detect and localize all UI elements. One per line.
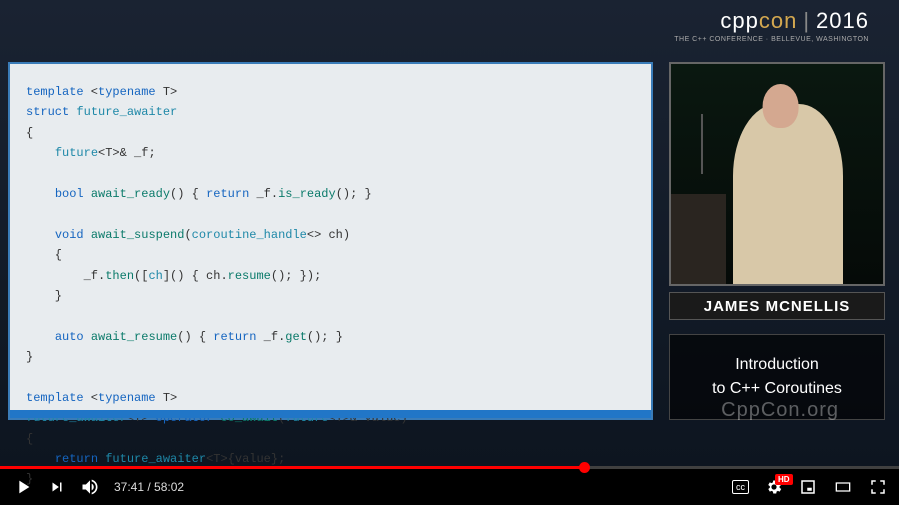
duration: 58:02 [154,480,184,494]
code-line: template <typename T> [26,82,635,102]
brand-con: con [759,8,797,33]
code-line: { [26,123,635,143]
time-sep: / [144,480,154,494]
speaker-video [669,62,885,286]
code-line: template <typename T> [26,388,635,408]
current-time: 37:41 [114,480,144,494]
slide-footer-bar [10,410,651,418]
code-line: void await_suspend(coroutine_handle<> ch… [26,225,635,245]
code-line [26,367,635,387]
play-button[interactable] [12,476,34,498]
brand-sep: | [803,8,810,33]
miniplayer-button[interactable] [799,478,817,496]
code-line: } [26,347,635,367]
code-content: template <typename T>struct future_await… [26,82,635,490]
slide-panel: template <typename T>struct future_await… [8,62,653,420]
brand-cpp: cpp [720,8,758,33]
code-line: future<T>& _f; [26,143,635,163]
podium [671,194,726,284]
speaker-name-badge: JAMES MCNELLIS [669,292,885,320]
talk-title-line2: to C++ Coroutines [712,377,842,401]
next-button[interactable] [48,478,66,496]
video-area: cppcon|2016 THE C++ CONFERENCE · BELLEVU… [0,0,899,466]
cc-icon: cc [732,480,749,494]
watermark: CppCon.org [721,399,839,422]
code-line [26,164,635,184]
settings-button[interactable]: HD [765,478,783,496]
brand-year: 2016 [816,8,869,33]
speaker-head [763,84,799,128]
code-line: struct future_awaiter [26,102,635,122]
fullscreen-button[interactable] [869,478,887,496]
theater-button[interactable] [833,479,853,495]
conference-brand: cppcon|2016 THE C++ CONFERENCE · BELLEVU… [674,8,869,43]
code-line: bool await_ready() { return _f.is_ready(… [26,184,635,204]
talk-title-line1: Introduction [735,353,819,377]
code-line: _f.then([ch]() { ch.resume(); }); [26,266,635,286]
captions-button[interactable]: cc [732,480,749,494]
player-controls: 37:41 / 58:02 cc HD [0,469,899,505]
code-line: } [26,286,635,306]
code-line [26,204,635,224]
brand-subtitle: THE C++ CONFERENCE · BELLEVUE, WASHINGTO… [674,36,869,43]
volume-button[interactable] [80,477,100,497]
code-line [26,306,635,326]
speaker-figure [733,104,843,284]
time-display: 37:41 / 58:02 [114,480,184,494]
code-line: { [26,429,635,449]
code-line: { [26,245,635,265]
code-line: auto await_resume() { return _f.get(); } [26,327,635,347]
microphone-icon [701,114,703,174]
hd-badge: HD [775,474,793,485]
